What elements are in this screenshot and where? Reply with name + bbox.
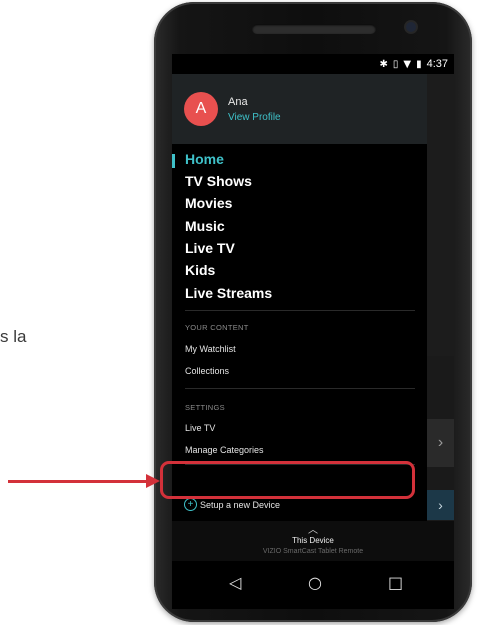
bluetooth-icon: ✱ [379, 58, 388, 70]
status-bar: ✱ ▯ ▼ ▮ 4:37 [172, 54, 454, 74]
active-nav-indicator [172, 154, 175, 168]
nav-item-home[interactable]: Home [185, 151, 224, 167]
nav-item-movies[interactable]: Movies [185, 195, 232, 211]
pointer-arrow-head [146, 474, 160, 488]
phone-speaker-top [252, 24, 376, 34]
status-time: 4:37 [426, 58, 448, 70]
nav-item-live-tv[interactable]: Live TV [185, 240, 235, 256]
section-label-settings: SETTINGS [185, 403, 225, 412]
nav-item-kids[interactable]: Kids [185, 262, 215, 278]
menu-item-my-watchlist[interactable]: My Watchlist [185, 344, 236, 354]
background-content-panel [427, 74, 454, 356]
section-label-your-content: YOUR CONTENT [185, 323, 249, 332]
avatar[interactable]: A [184, 92, 218, 126]
back-icon[interactable]: ◁ [229, 573, 241, 592]
background-caption-text: s la [0, 327, 27, 346]
profile-header[interactable]: A Ana View Profile [172, 74, 427, 144]
pointer-arrow-line [8, 480, 151, 483]
battery-icon: ▮ [416, 58, 422, 70]
divider [185, 310, 415, 311]
highlight-box [160, 461, 415, 499]
menu-item-manage-categories[interactable]: Manage Categories [185, 445, 264, 455]
divider [185, 388, 415, 389]
remote-bar[interactable]: ︿ This Device VIZIO SmartCast Tablet Rem… [172, 521, 454, 561]
menu-item-live-tv-settings[interactable]: Live TV [185, 423, 215, 433]
view-profile-link[interactable]: View Profile [228, 112, 281, 123]
phone-screen: ✱ ▯ ▼ ▮ 4:37 › › A Ana View Profile Home… [172, 54, 454, 609]
plus-circle-icon: + [184, 498, 197, 511]
phone-camera [406, 22, 416, 32]
wifi-icon: ▼ [403, 58, 412, 70]
menu-item-collections[interactable]: Collections [185, 366, 229, 376]
remote-device-subtitle: VIZIO SmartCast Tablet Remote [262, 548, 364, 555]
setup-new-device-label: Setup a new Device [200, 499, 281, 510]
setup-new-device-button[interactable]: + Setup a new Device [184, 498, 280, 511]
vibrate-icon: ▯ [392, 58, 399, 70]
home-icon[interactable]: ○ [308, 573, 322, 592]
recents-icon[interactable]: □ [388, 573, 403, 592]
chevron-right-icon[interactable]: › [427, 419, 454, 467]
android-navigation-bar: ◁ ○ □ [172, 561, 454, 609]
chevron-right-icon[interactable]: › [427, 490, 454, 520]
chevron-up-icon[interactable]: ︿ [172, 521, 454, 536]
nav-item-live-streams[interactable]: Live Streams [185, 285, 272, 301]
nav-item-music[interactable]: Music [185, 218, 225, 234]
nav-item-tv-shows[interactable]: TV Shows [185, 173, 252, 189]
remote-device-title: This Device [292, 536, 334, 545]
profile-name: Ana [228, 96, 248, 108]
phone-frame: ✱ ▯ ▼ ▮ 4:37 › › A Ana View Profile Home… [154, 2, 472, 622]
